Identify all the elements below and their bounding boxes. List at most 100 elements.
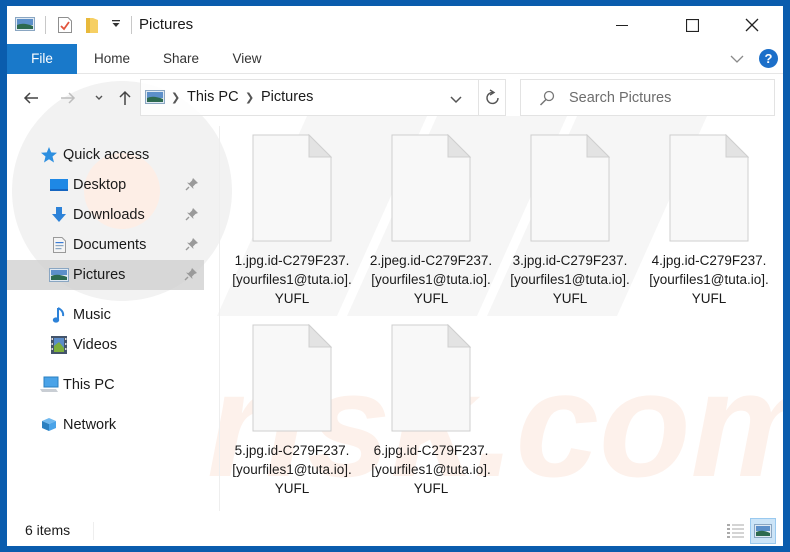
- pin-icon[interactable]: [185, 207, 199, 221]
- chevron-down-icon: [730, 55, 744, 63]
- sidebar-item-this-pc[interactable]: This PC: [39, 370, 205, 400]
- blank-file-icon: [391, 324, 471, 432]
- address-history-dropdown[interactable]: [449, 92, 463, 110]
- sidebar-item-label: Network: [63, 417, 117, 433]
- breadcrumb-separator: ❯: [245, 92, 255, 104]
- search-icon: [539, 90, 555, 111]
- file-name: 3.jpg.id-C279F237.[yourfiles1@tuta.io].Y…: [510, 253, 630, 306]
- file-name: 6.jpg.id-C279F237.[yourfiles1@tuta.io].Y…: [371, 443, 491, 496]
- documents-icon: [49, 235, 69, 255]
- pin-icon[interactable]: [185, 237, 199, 251]
- minimize-icon: [616, 25, 628, 26]
- sidebar-item-label: Pictures: [73, 267, 126, 283]
- recent-locations-button[interactable]: [89, 88, 109, 108]
- details-view-icon: [727, 524, 744, 538]
- file-name: 1.jpg.id-C279F237.[yourfiles1@tuta.io].Y…: [232, 253, 352, 306]
- help-button[interactable]: ?: [759, 49, 778, 68]
- address-divider: [478, 80, 479, 115]
- forward-button[interactable]: [58, 88, 78, 108]
- toolbar-separator: [131, 16, 132, 34]
- sidebar-item-documents[interactable]: Documents: [49, 230, 205, 260]
- file-item[interactable]: 6.jpg.id-C279F237.[yourfiles1@tuta.io].Y…: [366, 324, 496, 498]
- pictures-location-icon: [145, 89, 165, 110]
- file-name: 4.jpg.id-C279F237.[yourfiles1@tuta.io].Y…: [649, 253, 769, 306]
- music-note-icon: [49, 305, 69, 325]
- sidebar-item-label: Downloads: [73, 207, 145, 223]
- ribbon-tabs: File Home Share View ?: [7, 44, 783, 74]
- item-count: 6 items: [25, 522, 71, 538]
- sidebar-item-label: Desktop: [73, 177, 127, 193]
- file-name: 5.jpg.id-C279F237.[yourfiles1@tuta.io].Y…: [232, 443, 352, 496]
- address-bar[interactable]: ❯ This PC ❯ Pictures: [140, 79, 506, 116]
- arrow-left-icon: [23, 92, 38, 104]
- refresh-button[interactable]: [485, 89, 501, 112]
- file-explorer-window: risk.com Pictures File Home Share View ?…: [7, 6, 783, 546]
- properties-icon[interactable]: [57, 16, 73, 34]
- breadcrumb-this-pc[interactable]: This PC: [187, 89, 239, 105]
- toolbar-separator: [45, 16, 46, 34]
- file-item[interactable]: 3.jpg.id-C279F237.[yourfiles1@tuta.io].Y…: [505, 134, 635, 308]
- pin-icon[interactable]: [185, 177, 199, 191]
- tab-home[interactable]: Home: [83, 44, 141, 74]
- blank-file-icon: [252, 134, 332, 242]
- refresh-icon: [486, 89, 499, 105]
- sidebar-item-videos[interactable]: Videos: [49, 330, 205, 360]
- chevron-down-icon: [450, 96, 462, 104]
- sidebar-item-desktop[interactable]: Desktop: [49, 170, 205, 200]
- expand-ribbon-button[interactable]: [729, 51, 745, 67]
- arrow-up-icon: [119, 90, 131, 105]
- file-item[interactable]: 1.jpg.id-C279F237.[yourfiles1@tuta.io].Y…: [227, 134, 357, 308]
- search-input[interactable]: [569, 88, 759, 108]
- maximize-icon: [685, 18, 699, 32]
- file-item[interactable]: 5.jpg.id-C279F237.[yourfiles1@tuta.io].Y…: [227, 324, 357, 498]
- sidebar-item-downloads[interactable]: Downloads: [49, 200, 205, 230]
- blank-file-icon: [252, 324, 332, 432]
- close-button[interactable]: [729, 6, 775, 44]
- status-separator: [93, 522, 94, 540]
- videos-icon: [49, 335, 69, 355]
- maximize-button[interactable]: [669, 6, 715, 44]
- sidebar-item-label: Documents: [73, 237, 147, 253]
- large-icons-view-icon: [754, 524, 772, 538]
- desktop-icon: [49, 175, 69, 195]
- navigation-pane: Quick access Desktop Downloads Documents: [7, 140, 207, 510]
- pin-icon[interactable]: [184, 267, 198, 281]
- pane-divider[interactable]: [219, 126, 220, 511]
- tab-view[interactable]: View: [221, 44, 273, 74]
- chevron-down-icon: [95, 95, 103, 100]
- star-icon: [39, 145, 59, 165]
- arrow-right-icon: [61, 92, 76, 104]
- minimize-button[interactable]: [599, 6, 645, 44]
- pictures-icon: [49, 265, 69, 285]
- sidebar-item-label: Videos: [73, 337, 118, 353]
- breadcrumb-separator: ❯: [171, 92, 181, 104]
- navigation-bar: ❯ This PC ❯ Pictures: [7, 74, 783, 122]
- sidebar-item-pictures[interactable]: Pictures: [7, 260, 204, 290]
- title-bar: Pictures: [7, 6, 783, 44]
- sidebar-item-label: This PC: [63, 377, 115, 393]
- sidebar-item-quick-access[interactable]: Quick access: [39, 140, 205, 170]
- large-icons-view-button[interactable]: [750, 518, 776, 544]
- pictures-folder-icon[interactable]: [15, 16, 35, 32]
- details-view-button[interactable]: [723, 518, 749, 544]
- sidebar-item-network[interactable]: Network: [39, 410, 205, 440]
- file-item[interactable]: 4.jpg.id-C279F237.[yourfiles1@tuta.io].Y…: [644, 134, 774, 308]
- up-button[interactable]: [115, 88, 135, 108]
- status-bar: 6 items: [7, 516, 783, 546]
- close-icon: [745, 18, 759, 32]
- customize-dropdown-icon[interactable]: [111, 18, 121, 30]
- new-folder-icon[interactable]: [85, 16, 99, 34]
- file-item[interactable]: 2.jpeg.id-C279F237.[yourfiles1@tuta.io].…: [366, 134, 496, 308]
- blank-file-icon: [391, 134, 471, 242]
- tab-share[interactable]: Share: [155, 44, 207, 74]
- file-name: 2.jpeg.id-C279F237.[yourfiles1@tuta.io].…: [369, 253, 493, 306]
- blank-file-icon: [530, 134, 610, 242]
- sidebar-item-music[interactable]: Music: [49, 300, 205, 330]
- tab-file[interactable]: File: [7, 44, 77, 74]
- computer-icon: [39, 375, 59, 395]
- breadcrumb-pictures[interactable]: Pictures: [261, 89, 313, 105]
- search-box[interactable]: [520, 79, 775, 116]
- sidebar-item-label: Quick access: [63, 147, 150, 163]
- network-icon: [39, 415, 59, 435]
- back-button[interactable]: [21, 88, 41, 108]
